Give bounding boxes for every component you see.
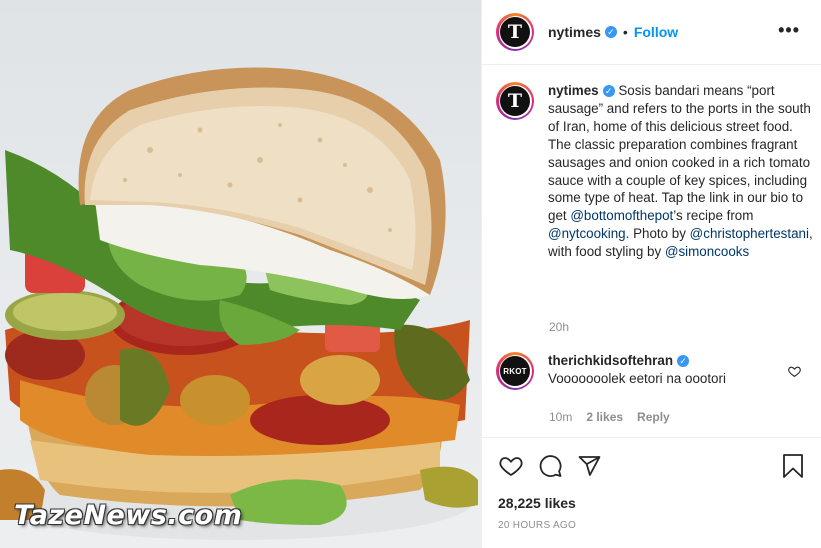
post-photo[interactable]: TazeNews.com [0, 0, 481, 548]
author-avatar[interactable]: T [496, 13, 534, 51]
nyt-logo-icon: T [500, 86, 530, 116]
action-icons [498, 454, 602, 483]
comment-body: therichkidsoftehran ✓ Vooooooolek eetori … [548, 352, 788, 390]
bookmark-icon[interactable] [782, 454, 804, 483]
sandwich-illustration [0, 67, 478, 540]
author-username[interactable]: nytimes [548, 24, 601, 40]
follow-button[interactable]: Follow [634, 24, 678, 40]
caption-avatar[interactable]: T [496, 82, 534, 120]
nyt-logo-icon: T [500, 17, 530, 47]
comment-meta: 10m 2 likes Reply [549, 410, 670, 424]
caption-body-2: ’s recipe from [673, 208, 754, 224]
mention-link[interactable]: @bottomofthepot [570, 208, 673, 223]
rkot-logo-icon: RKOT [500, 356, 530, 386]
verified-badge-icon: ✓ [604, 26, 617, 38]
mention-link[interactable]: @christophertestani [690, 226, 809, 241]
caption-body-1: Sosis bandari means “port sausage” and r… [548, 83, 811, 224]
comment-time[interactable]: 10m [549, 410, 572, 424]
comment-text: Vooooooolek eetori na oootori [548, 371, 726, 386]
mention-link[interactable]: @simoncooks [665, 244, 749, 259]
caption-body-3: . Photo by [625, 226, 690, 242]
caption-username[interactable]: nytimes [548, 83, 599, 98]
commenter-username[interactable]: therichkidsoftehran [548, 353, 673, 368]
commenter-avatar[interactable]: RKOT [496, 352, 534, 390]
comment-likes[interactable]: 2 likes [586, 410, 623, 424]
post-side-panel: T nytimes ✓ • Follow ••• T nytimes ✓ Sosi… [481, 0, 821, 548]
reply-button[interactable]: Reply [637, 410, 670, 424]
watermark: TazeNews.com [14, 500, 243, 531]
comment-like-heart-icon[interactable] [788, 365, 801, 383]
heart-icon[interactable] [498, 454, 524, 483]
mention-link[interactable]: @nytcooking [548, 226, 626, 241]
comment-item: RKOT therichkidsoftehran ✓ Vooooooolek ee… [496, 352, 814, 390]
verified-badge-icon: ✓ [602, 85, 615, 98]
caption-text: nytimes ✓ Sosis bandari means “port sausa… [548, 82, 814, 261]
comment-bubble-icon[interactable] [538, 454, 563, 483]
post-caption: T nytimes ✓ Sosis bandari means “port sau… [496, 82, 814, 261]
post-header: T nytimes ✓ • Follow ••• [482, 0, 821, 65]
more-options-icon[interactable]: ••• [778, 20, 800, 41]
verified-badge-icon: ✓ [677, 355, 690, 368]
likes-count[interactable]: 28,225 likes [498, 495, 576, 511]
paper-plane-icon[interactable] [577, 454, 602, 483]
post-actions: 28,225 likes 20 HOURS AGO [482, 437, 821, 548]
separator-dot: • [622, 24, 628, 40]
caption-time[interactable]: 20h [549, 320, 569, 334]
posted-time[interactable]: 20 HOURS AGO [498, 520, 576, 531]
